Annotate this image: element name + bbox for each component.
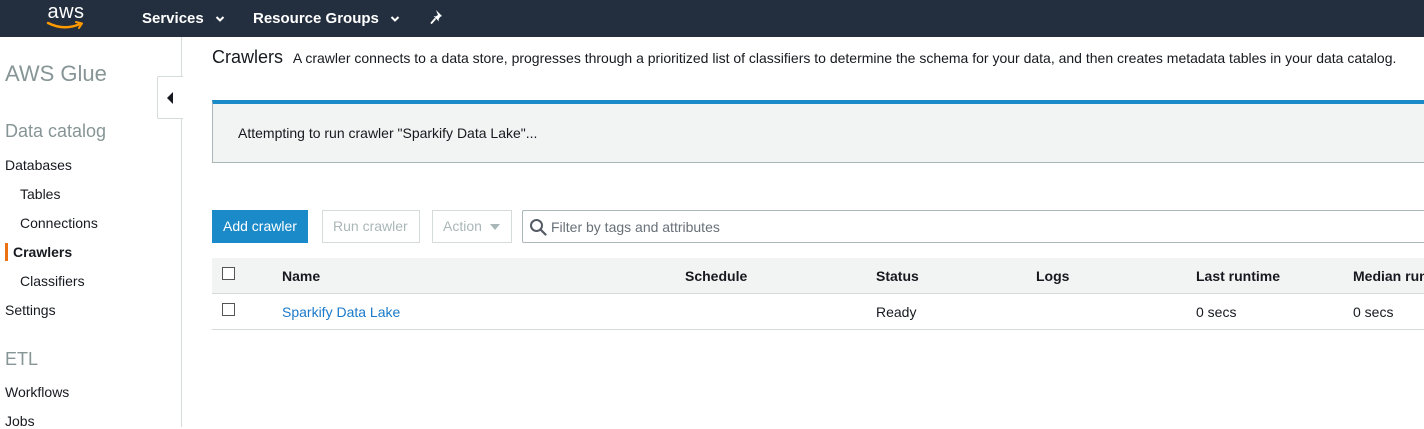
sidebar-item-databases[interactable]: Databases [5, 157, 72, 173]
active-indicator [5, 243, 8, 261]
collapse-sidebar-button[interactable] [157, 76, 183, 119]
column-header-last-runtime[interactable]: Last runtime [1196, 258, 1280, 294]
search-icon [530, 219, 547, 236]
crawler-name-link[interactable]: Sparkify Data Lake [282, 294, 400, 330]
crawler-median-runtime: 0 secs [1353, 304, 1394, 320]
info-flash-message: Attempting to run crawler "Sparkify Data… [212, 100, 1424, 163]
column-header-name[interactable]: Name [282, 258, 320, 294]
main-content: Crawlers A crawler connects to a data st… [182, 37, 1424, 427]
sidebar-item-crawlers[interactable]: Crawlers [13, 244, 72, 260]
sidebar-item-workflows[interactable]: Workflows [5, 384, 69, 400]
column-header-schedule[interactable]: Schedule [685, 258, 747, 294]
crawler-status: Ready [876, 304, 917, 320]
column-header-median-runtime[interactable]: Median runtime [1353, 258, 1424, 294]
aws-logo-text: aws [47, 1, 85, 23]
page-header: Crawlers A crawler connects to a data st… [212, 47, 1396, 68]
action-dropdown[interactable]: Action [432, 210, 512, 243]
services-label: Services [142, 10, 204, 27]
run-crawler-button[interactable]: Run crawler [322, 210, 420, 243]
aws-logo[interactable]: aws [44, 1, 90, 33]
service-title: AWS Glue [5, 61, 107, 86]
sidebar-item-classifiers[interactable]: Classifiers [20, 273, 85, 289]
crawler-last-runtime: 0 secs [1196, 304, 1237, 320]
chevron-down-icon [215, 15, 224, 22]
sidebar-section-etl: ETL [5, 349, 39, 369]
column-header-status[interactable]: Status [876, 258, 919, 294]
sidebar-item-settings[interactable]: Settings [5, 302, 56, 318]
pin-icon[interactable] [430, 9, 446, 25]
table-header: Name Schedule Status Logs Last runtime M… [212, 258, 1424, 294]
caret-left-icon [167, 92, 173, 104]
resource-groups-menu[interactable]: Resource Groups [253, 0, 401, 37]
resource-groups-label: Resource Groups [253, 10, 379, 27]
page-description: A crawler connects to a data store, prog… [292, 50, 1397, 66]
filter-search-box[interactable] [522, 210, 1424, 243]
action-label: Action [443, 218, 482, 234]
select-all-checkbox[interactable] [222, 267, 235, 280]
row-checkbox[interactable] [222, 303, 235, 316]
crawler-toolbar: Add crawler Run crawler Action [212, 210, 1424, 243]
add-crawler-button[interactable]: Add crawler [212, 210, 308, 243]
column-header-logs[interactable]: Logs [1036, 258, 1069, 294]
sidebar-section-data-catalog: Data catalog [5, 121, 107, 141]
page-title: Crawlers [212, 47, 284, 67]
sidebar-item-connections[interactable]: Connections [20, 215, 98, 231]
caret-down-icon [489, 224, 500, 231]
filter-input[interactable] [551, 212, 1411, 241]
sidebar: AWS Glue Data catalog Databases Tables C… [0, 37, 182, 429]
top-navigation: aws Services Resource Groups [0, 0, 1424, 37]
chevron-down-icon [390, 15, 400, 22]
services-menu[interactable]: Services [142, 0, 226, 37]
flash-message-text: Attempting to run crawler "Sparkify Data… [238, 125, 538, 141]
sidebar-item-tables[interactable]: Tables [20, 186, 60, 202]
smile-arrow-icon [46, 21, 83, 29]
table-row[interactable]: Sparkify Data Lake Ready 0 secs 0 secs [212, 294, 1424, 330]
